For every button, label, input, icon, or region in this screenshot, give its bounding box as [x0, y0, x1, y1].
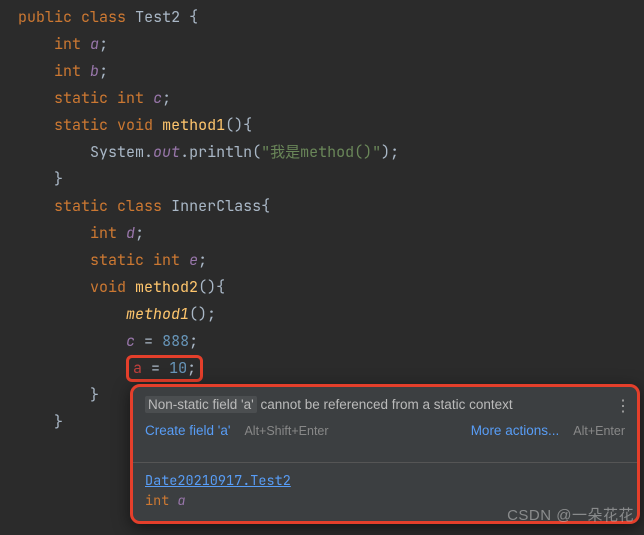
reference-class[interactable]: Date20210917.Test2 — [145, 472, 291, 490]
keyword: int — [90, 223, 117, 243]
method-call: println — [189, 142, 252, 162]
keyword: public — [18, 7, 72, 27]
class-ref: System — [90, 142, 144, 162]
keyword: int — [54, 61, 81, 81]
method-name: method1 — [162, 115, 225, 135]
field: e — [189, 250, 198, 270]
code-editor[interactable]: public class Test2 { int a; int b; stati… — [0, 0, 644, 436]
field: a — [90, 34, 99, 54]
keyword: static — [90, 250, 144, 270]
error-highlight-text: Non-static field 'a' — [145, 396, 257, 413]
keyword: static — [54, 88, 108, 108]
brace: { — [189, 7, 198, 27]
quickfix-actions: Create field 'a' Alt+Shift+Enter More ac… — [145, 421, 625, 441]
shortcut-text: Alt+Shift+Enter — [244, 422, 328, 441]
field-ref: out — [153, 142, 180, 162]
create-field-action[interactable]: Create field 'a' — [145, 421, 230, 441]
watermark: CSDN @一朵花花 — [507, 502, 634, 529]
keyword: static — [54, 196, 108, 216]
field: b — [90, 61, 99, 81]
error-message: Non-static field 'a' cannot be reference… — [145, 395, 625, 415]
class-name: Test2 — [135, 7, 180, 27]
number: 888 — [162, 331, 189, 351]
keyword: int — [117, 88, 144, 108]
keyword: void — [117, 115, 153, 135]
keyword: int — [153, 250, 180, 270]
error-highlight: a = 10; — [126, 355, 203, 382]
keyword: static — [54, 115, 108, 135]
error-token: a — [133, 358, 142, 378]
keyword: int — [54, 34, 81, 54]
string-literal: "我是method()" — [261, 142, 381, 162]
field-ref: c — [126, 331, 135, 351]
keyword: class — [81, 7, 126, 27]
field: c — [153, 88, 162, 108]
class-name: InnerClass — [171, 196, 261, 216]
keyword: void — [90, 277, 126, 297]
number: 10 — [169, 358, 187, 378]
more-icon[interactable]: ⋮ — [615, 395, 631, 419]
keyword: class — [117, 196, 162, 216]
field: d — [126, 223, 135, 243]
more-actions-link[interactable]: More actions... — [471, 421, 560, 441]
shortcut-text: Alt+Enter — [573, 422, 625, 441]
method-name: method2 — [135, 277, 198, 297]
method-call: method1 — [126, 304, 189, 324]
